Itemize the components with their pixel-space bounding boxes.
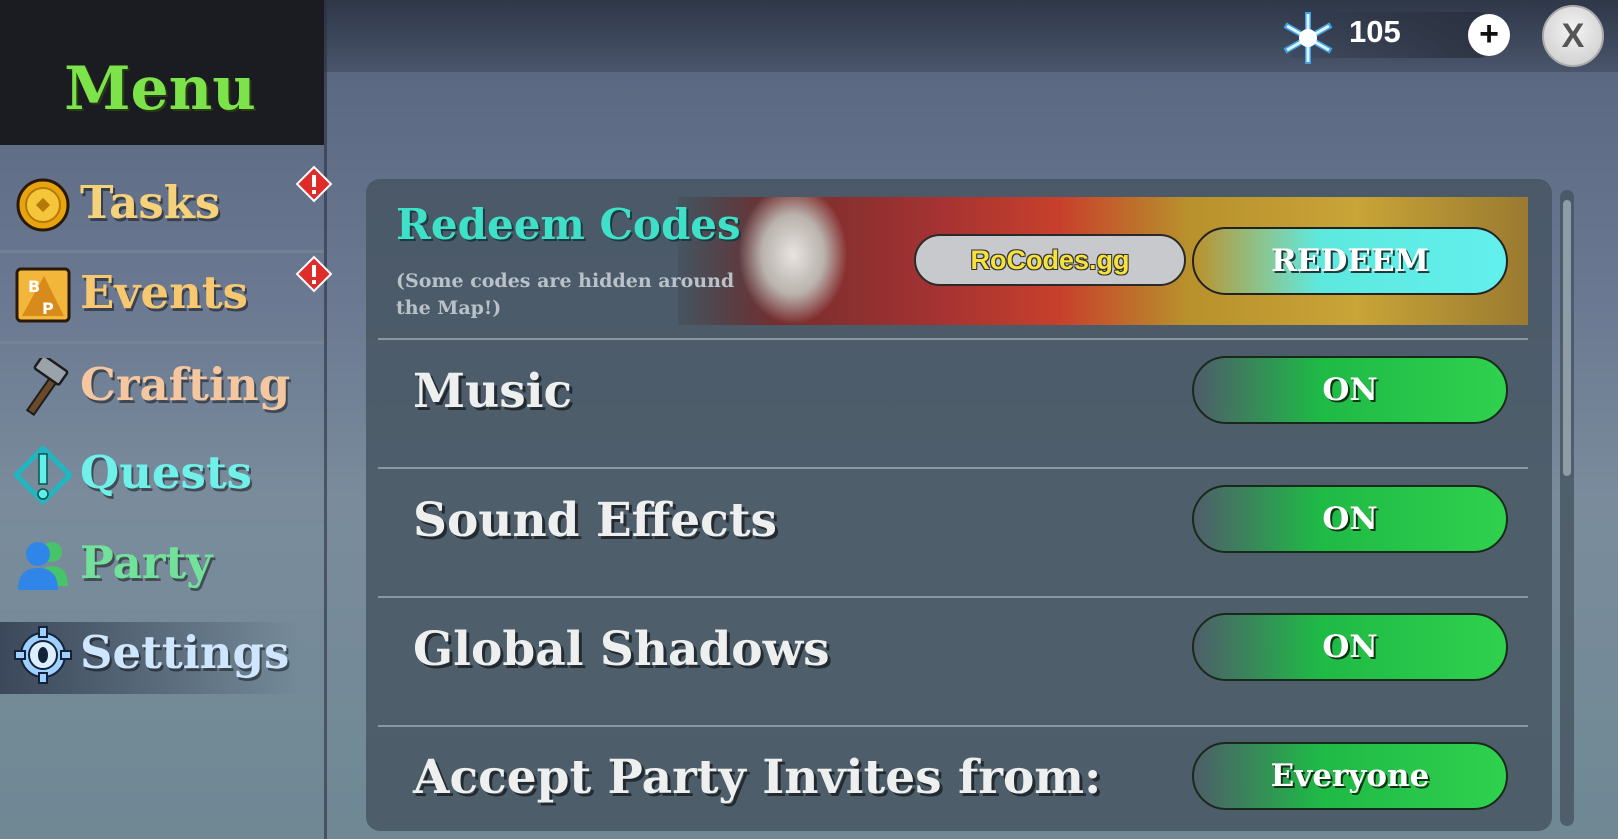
sidebar-divider: [324, 0, 327, 839]
row-separator: [378, 596, 1528, 598]
svg-text:B: B: [28, 277, 40, 296]
sidebar-item-label: Quests: [80, 446, 253, 499]
sidebar-item-party[interactable]: Party: [0, 522, 324, 608]
row-separator: [378, 725, 1528, 727]
redeem-button[interactable]: REDEEM: [1192, 227, 1508, 295]
sidebar-item-events[interactable]: B P Events: [0, 252, 324, 338]
svg-text:P: P: [42, 299, 54, 318]
party-people-icon: [18, 542, 68, 590]
hammer-icon: [25, 358, 69, 416]
close-button[interactable]: X: [1542, 5, 1604, 67]
row-separator: [378, 467, 1528, 469]
sidebar-item-label: Events: [80, 266, 248, 319]
setting-label-music: Music: [413, 364, 573, 419]
setting-label-party-invites: Accept Party Invites from:: [413, 750, 1102, 805]
sidebar-item-label: Tasks: [80, 176, 221, 229]
row-separator: [378, 338, 1528, 340]
music-toggle[interactable]: ON: [1192, 356, 1508, 424]
sidebar-item-settings[interactable]: Settings: [0, 612, 324, 698]
sidebar-item-quests[interactable]: Quests: [0, 432, 324, 518]
alert-icon: [295, 165, 333, 203]
currency-value: 105: [1349, 14, 1401, 49]
sidebar-item-label: Party: [80, 536, 213, 589]
menu-title: Menu: [64, 54, 256, 124]
alert-icon: [295, 255, 333, 293]
sidebar-item-crafting[interactable]: Crafting: [0, 344, 324, 430]
party-invites-selector[interactable]: Everyone: [1192, 742, 1508, 810]
scrollbar-thumb[interactable]: [1563, 200, 1571, 476]
snowflake-gem-icon: [1283, 12, 1333, 64]
redeem-codes-subtitle: (Some codes are hidden around the Map!): [396, 270, 735, 319]
gear-icon: [14, 626, 72, 684]
sound-effects-toggle[interactable]: ON: [1192, 485, 1508, 553]
setting-label-global-shadows: Global Shadows: [413, 622, 830, 677]
code-input[interactable]: [914, 234, 1186, 286]
sidebar-item-tasks[interactable]: Tasks: [0, 162, 324, 248]
setting-label-sound-effects: Sound Effects: [413, 493, 777, 548]
global-shadows-toggle[interactable]: ON: [1192, 613, 1508, 681]
sidebar-item-label: Crafting: [80, 358, 291, 411]
battle-pass-icon: B P: [15, 267, 71, 323]
sidebar-item-label: Settings: [80, 626, 290, 679]
add-currency-button[interactable]: +: [1468, 14, 1510, 56]
redeem-codes-title: Redeem Codes: [396, 200, 741, 249]
coin-icon: [16, 178, 70, 232]
quest-exclamation-icon: [14, 446, 72, 504]
